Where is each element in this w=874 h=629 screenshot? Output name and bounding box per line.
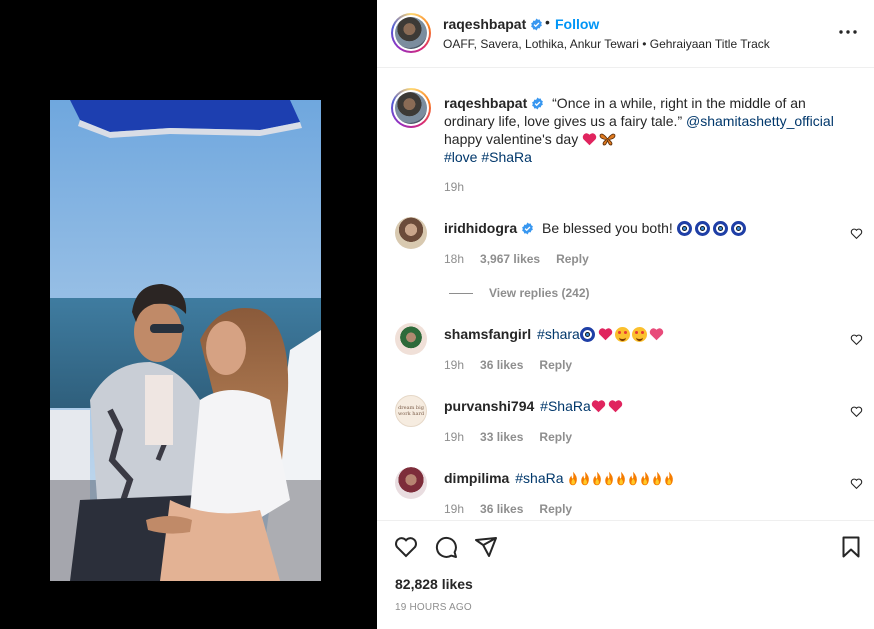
avatar-text: dream big work hard bbox=[397, 405, 425, 417]
post-header: raqeshbapat • Follow OAFF, Savera, Lothi… bbox=[377, 0, 874, 68]
post-actions-bar: 82,828 likes 19 HOURS AGO bbox=[377, 520, 874, 629]
caption-author-avatar[interactable] bbox=[391, 88, 431, 128]
commenter-username[interactable]: purvanshi794 bbox=[444, 398, 534, 414]
fire-emoji-icon bbox=[641, 471, 650, 486]
replies-divider-line bbox=[449, 293, 473, 295]
reply-button[interactable]: Reply bbox=[539, 502, 572, 516]
reply-button[interactable]: Reply bbox=[556, 252, 589, 266]
comment-likes-count[interactable]: 3,967 likes bbox=[480, 252, 540, 266]
fire-emoji-icon bbox=[569, 471, 578, 486]
post-caption: raqeshbapat “Once in a while, right in t… bbox=[444, 94, 854, 166]
share-icon[interactable] bbox=[474, 535, 498, 559]
comment-like-heart-icon[interactable] bbox=[850, 227, 863, 240]
comment-icon[interactable] bbox=[434, 535, 458, 559]
reply-button[interactable]: Reply bbox=[539, 430, 572, 444]
evil-eye-emoji-icon bbox=[676, 221, 692, 236]
post-media[interactable] bbox=[50, 100, 321, 581]
view-replies-button[interactable]: View replies (242) bbox=[449, 286, 590, 300]
commenter-avatar[interactable] bbox=[395, 323, 427, 355]
fire-emoji-icon bbox=[665, 471, 674, 486]
evil-eye-emoji-icon bbox=[579, 327, 595, 342]
butterfly-emoji-icon bbox=[599, 133, 616, 146]
heart-icon[interactable] bbox=[394, 535, 418, 559]
comment-time: 19h bbox=[444, 358, 465, 372]
heart-emoji-icon bbox=[649, 328, 664, 341]
view-replies-label: View replies (242) bbox=[489, 286, 590, 300]
verified-badge-icon bbox=[532, 97, 544, 110]
commenter-avatar[interactable] bbox=[395, 217, 427, 249]
audio-track-link[interactable]: OAFF, Savera, Lothika, Ankur Tewari • Ge… bbox=[443, 37, 770, 51]
comment-body: dimpilima #shaRa bbox=[444, 469, 844, 487]
follow-button[interactable]: Follow bbox=[555, 16, 599, 32]
comment-meta: 19h 36 likes Reply bbox=[444, 502, 588, 516]
evil-eye-emoji-icon bbox=[730, 221, 746, 236]
comment-meta: 19h 33 likes Reply bbox=[444, 430, 588, 444]
fire-emoji-icon bbox=[581, 471, 590, 486]
comment-hashtag-link[interactable]: #shaRa bbox=[515, 470, 563, 486]
post-timestamp: 19 HOURS AGO bbox=[395, 602, 472, 613]
red-heart-emoji-icon bbox=[591, 400, 605, 413]
smiling-hearts-emoji-icon bbox=[631, 327, 647, 342]
red-heart-emoji-icon bbox=[608, 400, 622, 413]
comment-hashtag-link[interactable]: #ShaRa bbox=[540, 398, 591, 414]
fire-emoji-icon bbox=[629, 471, 638, 486]
commenter-avatar[interactable] bbox=[395, 467, 427, 499]
commenter-username[interactable]: dimpilima bbox=[444, 470, 509, 486]
evil-eye-emoji-icon bbox=[712, 221, 728, 236]
author-username-row: raqeshbapat bbox=[443, 16, 543, 32]
comment-like-heart-icon[interactable] bbox=[850, 477, 863, 490]
hashtag-shara-link[interactable]: #ShaRa bbox=[481, 149, 532, 165]
fire-emoji-icon bbox=[653, 471, 662, 486]
comment-hashtag-link[interactable]: #shara bbox=[537, 326, 580, 342]
media-pane bbox=[0, 0, 377, 629]
caption-time: 19h bbox=[444, 180, 465, 194]
star-struck-emoji-icon bbox=[614, 327, 630, 342]
comment-likes-count[interactable]: 33 likes bbox=[480, 430, 523, 444]
caption-username[interactable]: raqeshbapat bbox=[444, 95, 527, 111]
bookmark-icon[interactable] bbox=[839, 535, 863, 559]
comment-like-heart-icon[interactable] bbox=[850, 333, 863, 346]
author-username[interactable]: raqeshbapat bbox=[443, 16, 526, 32]
comment-like-heart-icon[interactable] bbox=[850, 405, 863, 418]
fire-emoji-row bbox=[567, 470, 675, 486]
comment-time: 19h bbox=[444, 430, 465, 444]
commenter-username[interactable]: shamsfangirl bbox=[444, 326, 531, 342]
fire-emoji-icon bbox=[617, 471, 626, 486]
verified-badge-icon bbox=[531, 18, 543, 31]
hashtag-love-link[interactable]: #love bbox=[444, 149, 477, 165]
post-photo bbox=[50, 100, 321, 581]
comment-meta: 19h 36 likes Reply bbox=[444, 358, 588, 372]
comment-meta: 18h 3,967 likes Reply bbox=[444, 252, 605, 266]
heart-emoji-icon bbox=[598, 328, 613, 341]
comment-time: 18h bbox=[444, 252, 465, 266]
author-avatar[interactable] bbox=[391, 13, 431, 53]
comments-scroll-area[interactable]: raqeshbapat “Once in a while, right in t… bbox=[377, 69, 874, 520]
verified-badge-icon bbox=[522, 222, 533, 235]
caption-text-after: happy valentine's day bbox=[444, 131, 583, 147]
commenter-username[interactable]: iridhidogra bbox=[444, 220, 517, 236]
post-likes-count[interactable]: 82,828 likes bbox=[395, 576, 473, 592]
header-separator: • bbox=[545, 14, 550, 30]
comment-likes-count[interactable]: 36 likes bbox=[480, 358, 523, 372]
comment-body: iridhidogra Be blessed you both! bbox=[444, 219, 844, 237]
caption-meta: 19h bbox=[444, 180, 480, 194]
more-options-icon[interactable] bbox=[836, 26, 860, 38]
fire-emoji-icon bbox=[605, 471, 614, 486]
red-heart-emoji-icon bbox=[582, 133, 597, 146]
commenter-avatar[interactable]: dream big work hard bbox=[395, 395, 427, 427]
post-sidebar: raqeshbapat • Follow OAFF, Savera, Lothi… bbox=[377, 0, 874, 629]
comment-body: purvanshi794 #ShaRa bbox=[444, 397, 844, 415]
comment-likes-count[interactable]: 36 likes bbox=[480, 502, 523, 516]
evil-eye-emoji-icon bbox=[694, 221, 710, 236]
caption-mention-link[interactable]: @shamitashetty_official bbox=[686, 113, 834, 129]
fire-emoji-icon bbox=[593, 471, 602, 486]
comment-body: shamsfangirl #shara bbox=[444, 325, 844, 343]
comment-text: Be blessed you both! bbox=[542, 220, 677, 236]
reply-button[interactable]: Reply bbox=[539, 358, 572, 372]
comment-time: 19h bbox=[444, 502, 465, 516]
